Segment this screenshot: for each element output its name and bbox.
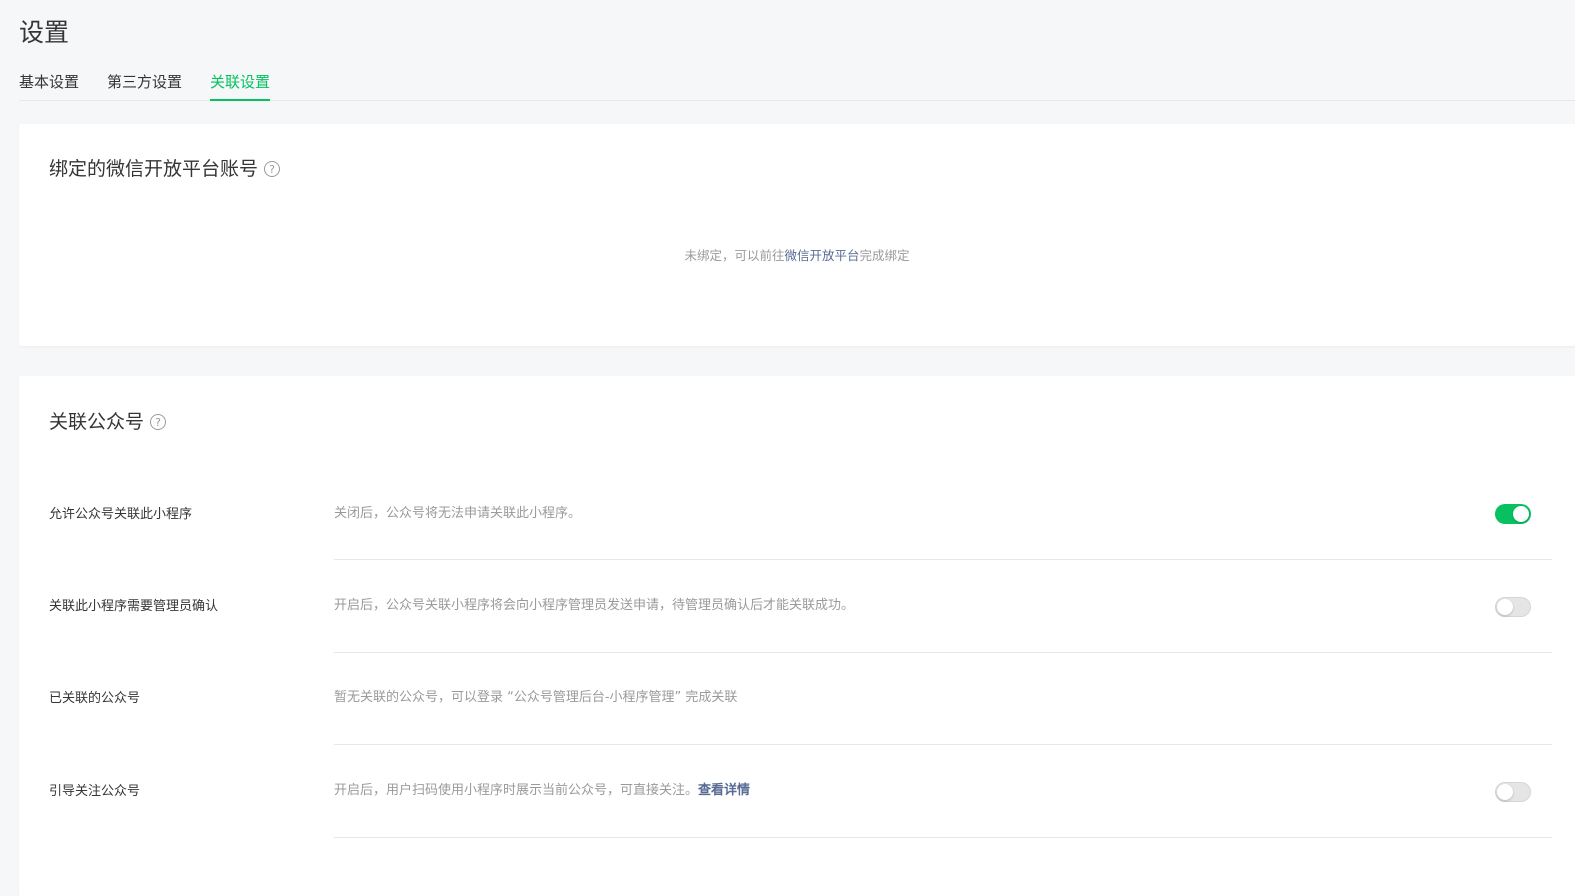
row-divider	[334, 837, 1552, 838]
open-platform-link[interactable]: 微信开放平台	[784, 248, 859, 263]
allow-relate-desc: 关闭后，公众号将无法申请关联此小程序。	[334, 506, 582, 521]
settings-tabs: 基本设置 第三方设置 关联设置	[19, 70, 1575, 101]
bind-card-title: 绑定的微信开放平台账号?	[49, 156, 281, 182]
question-circle-icon[interactable]: ?	[150, 414, 167, 430]
tab-basic-settings[interactable]: 基本设置	[19, 70, 79, 99]
guide-follow-desc-text: 开启后，用户扫码使用小程序时展示当前公众号，可直接关注。	[334, 783, 699, 798]
admin-confirm-switch[interactable]	[1495, 597, 1531, 617]
tab-third-party-settings[interactable]: 第三方设置	[107, 70, 182, 99]
related-accounts-desc: 暂无关联的公众号，可以登录 “公众号管理后台-小程序管理” 完成关联	[334, 690, 738, 705]
question-circle-icon[interactable]: ?	[264, 161, 281, 177]
bind-empty-prefix: 未绑定，可以前往	[684, 248, 785, 263]
allow-relate-label: 允许公众号关联此小程序	[49, 507, 193, 522]
bind-empty-tip: 未绑定，可以前往微信开放平台完成绑定	[19, 246, 1575, 266]
row-divider	[334, 652, 1552, 653]
view-details-link[interactable]: 查看详情	[698, 783, 750, 798]
allow-relate-switch[interactable]	[1495, 504, 1531, 524]
bind-empty-suffix: 完成绑定	[859, 248, 910, 263]
related-accounts-label: 已关联的公众号	[49, 691, 141, 706]
row-divider	[334, 559, 1552, 560]
admin-confirm-desc: 开启后，公众号关联小程序将会向小程序管理员发送申请，待管理员确认后才能关联成功。	[334, 598, 855, 613]
switch-knob	[1497, 599, 1513, 615]
relate-card-title: 关联公众号?	[49, 409, 167, 435]
switch-knob	[1497, 784, 1513, 800]
bind-card-title-text: 绑定的微信开放平台账号	[49, 158, 259, 180]
guide-follow-switch[interactable]	[1495, 782, 1531, 802]
relate-official-account-card	[19, 376, 1575, 896]
tab-relation-settings[interactable]: 关联设置	[210, 70, 271, 101]
admin-confirm-label: 关联此小程序需要管理员确认	[49, 599, 219, 614]
guide-follow-label: 引导关注公众号	[49, 784, 141, 799]
page-title: 设置	[19, 18, 70, 47]
row-divider	[334, 744, 1552, 745]
guide-follow-desc: 开启后，用户扫码使用小程序时展示当前公众号，可直接关注。查看详情	[334, 781, 750, 801]
relate-card-title-text: 关联公众号	[49, 411, 145, 433]
switch-knob	[1513, 506, 1529, 522]
